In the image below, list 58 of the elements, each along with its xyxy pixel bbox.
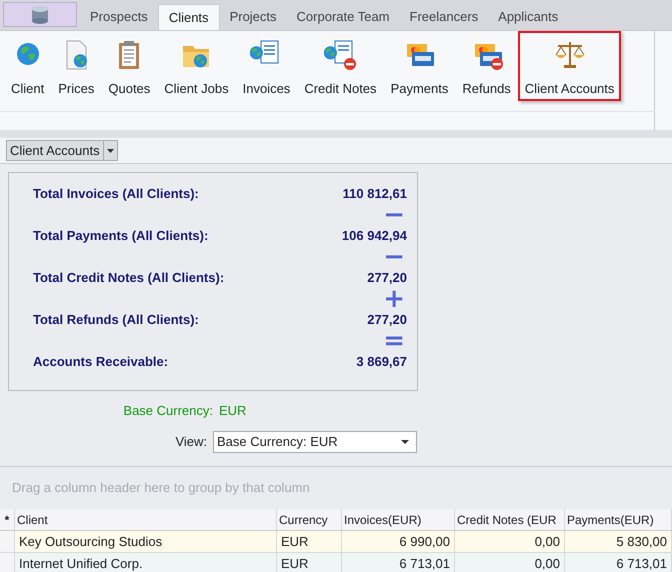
column-header[interactable]: Payments(EUR) xyxy=(565,509,672,530)
tab[interactable]: Clients xyxy=(158,4,220,31)
base-currency-value: EUR xyxy=(219,402,246,420)
table-cell: 0,00 xyxy=(455,553,565,572)
summary-value: 3 869,67 xyxy=(356,353,407,372)
document-globe-minus-icon xyxy=(324,38,356,70)
table-cell: Key Outsourcing Studios xyxy=(15,531,277,552)
ribbon-button[interactable]: Invoices xyxy=(236,31,298,101)
ribbon-button[interactable]: Client Accounts xyxy=(518,31,622,101)
table-cell: 0,00 xyxy=(455,531,565,552)
table-cell: EUR xyxy=(277,531,342,552)
database-icon xyxy=(31,4,49,24)
summary-label: Total Invoices (All Clients): xyxy=(33,185,199,204)
column-header[interactable]: Invoices(EUR) xyxy=(342,509,455,530)
base-currency-label: Base Currency: xyxy=(122,402,213,420)
summary-value: 277,20 xyxy=(367,311,407,330)
caret-icon xyxy=(401,440,409,444)
operator-sign: = xyxy=(383,328,405,354)
table-row[interactable]: Key Outsourcing Studios EUR 6 990,00 0,00 5 830,00 xyxy=(0,531,672,553)
table-row[interactable]: Internet Unified Corp. EUR 6 713,01 0,00 6 713,01 xyxy=(0,553,672,572)
operator-sign: + xyxy=(383,286,405,312)
column-header[interactable]: Credit Notes (EUR xyxy=(455,509,565,530)
summary-label: Accounts Receivable: xyxy=(33,353,168,372)
table-cell: EUR xyxy=(277,553,342,572)
summary-label: Total Credit Notes (All Clients): xyxy=(33,269,224,288)
group-by-hint: Drag a column header here to group by that column xyxy=(12,479,310,498)
view-select[interactable]: Base Currency: EUR xyxy=(213,431,417,453)
ribbon-button[interactable]: Credit Notes xyxy=(297,31,384,101)
summary-label: Total Refunds (All Clients): xyxy=(33,311,199,330)
tab[interactable]: Freelancers xyxy=(400,3,488,30)
table-cell: 6 990,00 xyxy=(342,531,455,552)
operator-sign: − xyxy=(383,202,405,228)
column-header[interactable]: Currency xyxy=(277,509,342,530)
summary-value: 106 942,94 xyxy=(342,227,407,246)
ribbon-button[interactable]: Prices xyxy=(51,31,102,101)
operator-sign: − xyxy=(383,244,405,270)
tab[interactable]: Projects xyxy=(220,3,287,30)
ribbon-button[interactable]: Payments xyxy=(384,31,456,101)
tab[interactable]: Prospects xyxy=(80,3,158,30)
ribbon-button[interactable]: Refunds xyxy=(455,31,518,101)
table-cell: 6 713,01 xyxy=(342,553,455,572)
ribbon-button[interactable]: Client xyxy=(4,31,52,101)
ribbon-button[interactable]: Client Jobs xyxy=(157,31,236,101)
ribbon-button[interactable]: Quotes xyxy=(101,31,158,101)
app-menu-button[interactable] xyxy=(3,2,77,27)
view-label: View: xyxy=(174,433,207,452)
new-row-marker: * xyxy=(4,512,10,528)
caret-icon xyxy=(106,148,114,152)
summary-value: 277,20 xyxy=(367,269,407,288)
view-dropdown[interactable]: Client Accounts xyxy=(6,140,118,161)
tab[interactable]: Applicants xyxy=(488,3,568,30)
summary-value: 110 812,61 xyxy=(342,185,407,204)
column-header[interactable]: Client xyxy=(15,509,277,530)
table-cell: 6 713,01 xyxy=(565,553,672,572)
tab[interactable]: Corporate Team xyxy=(286,3,400,30)
table-cell: Internet Unified Corp. xyxy=(15,553,277,572)
table-cell: 5 830,00 xyxy=(565,531,672,552)
summary-label: Total Payments (All Clients): xyxy=(33,227,208,246)
